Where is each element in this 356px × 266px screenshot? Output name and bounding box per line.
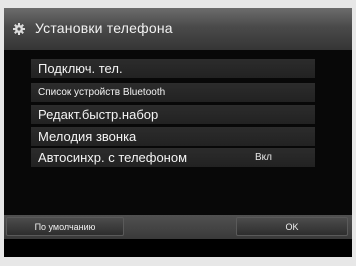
menu-item-edit-speed-dial[interactable]: Редакт.быстр.набор — [31, 105, 315, 124]
ok-button[interactable]: OK — [236, 217, 348, 236]
page-title: Установки телефона — [35, 20, 173, 36]
menu-item-connect-phone[interactable]: Подключ. тел. — [31, 59, 315, 78]
phone-settings-screen: Установки телефона Подключ. тел. Список … — [4, 8, 352, 257]
button-bar: По умолчанию OK — [4, 215, 352, 239]
menu-item-label: Подключ. тел. — [38, 61, 123, 76]
menu-item-auto-sync[interactable]: Автосинхр. с телефоном Вкл — [31, 148, 315, 167]
gear-icon — [13, 23, 25, 35]
auto-sync-value: Вкл — [255, 152, 272, 163]
menu-item-bluetooth-device-list[interactable]: Список устройств Bluetooth — [31, 83, 315, 102]
menu-item-label: Автосинхр. с телефоном — [38, 150, 188, 165]
menu-item-label: Список устройств Bluetooth — [38, 87, 166, 98]
menu-item-ringtone[interactable]: Мелодия звонка — [31, 127, 315, 146]
menu-item-label: Редакт.быстр.набор — [38, 107, 159, 122]
title-bar: Установки телефона — [4, 8, 352, 50]
menu-item-label: Мелодия звонка — [38, 129, 137, 144]
default-button[interactable]: По умолчанию — [6, 217, 124, 236]
